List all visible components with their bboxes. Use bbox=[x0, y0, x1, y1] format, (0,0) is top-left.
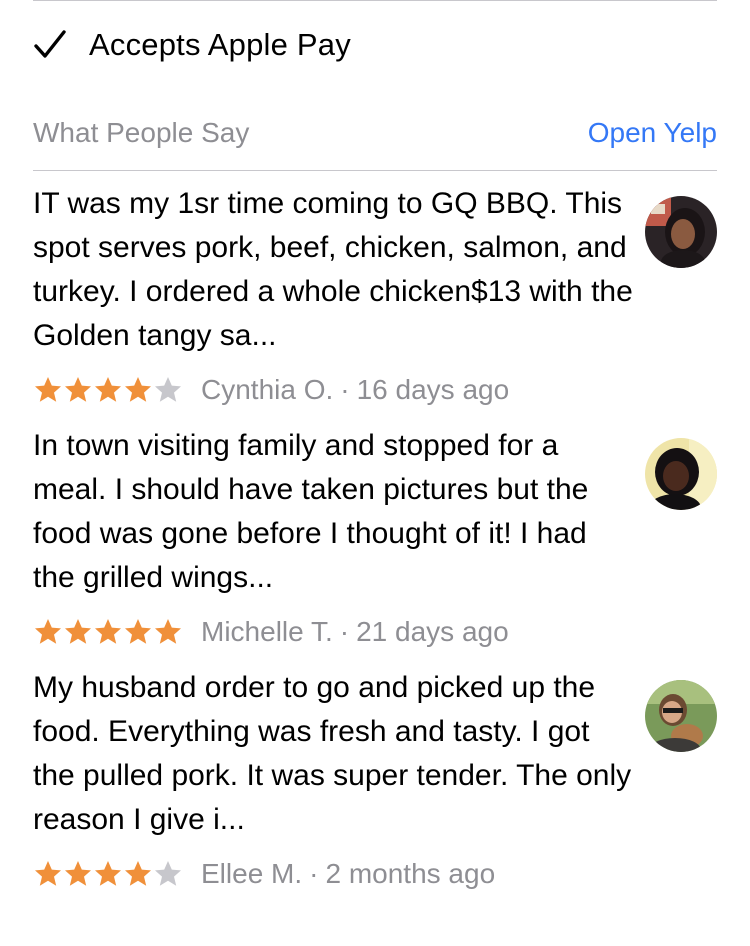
meta-separator: · bbox=[340, 374, 350, 405]
avatar[interactable] bbox=[645, 196, 717, 268]
star-empty-icon bbox=[155, 377, 181, 402]
open-yelp-link[interactable]: Open Yelp bbox=[588, 117, 717, 149]
star-filled-icon bbox=[35, 619, 61, 644]
meta-separator: · bbox=[309, 858, 319, 889]
star-filled-icon bbox=[155, 619, 181, 644]
top-divider bbox=[33, 0, 717, 1]
avatar[interactable] bbox=[645, 438, 717, 510]
meta-separator: · bbox=[339, 616, 350, 647]
star-filled-icon bbox=[125, 861, 151, 886]
star-filled-icon bbox=[65, 619, 91, 644]
star-filled-icon bbox=[35, 377, 61, 402]
review-text: In town visiting family and stopped for … bbox=[33, 429, 589, 594]
checkmark-icon bbox=[34, 30, 66, 58]
section-title: What People Say bbox=[33, 117, 250, 148]
star-rating bbox=[33, 617, 183, 647]
review-age: 16 days ago bbox=[356, 374, 510, 405]
review-meta: Cynthia O. · 16 days ago bbox=[33, 370, 509, 410]
review-author: Michelle T. bbox=[201, 616, 333, 647]
avatar-photo bbox=[645, 438, 717, 510]
star-rating bbox=[33, 859, 183, 889]
review-text: My husband order to go and picked up the… bbox=[33, 671, 632, 836]
review-author: Cynthia O. bbox=[201, 374, 334, 405]
review-item[interactable]: In town visiting family and stopped for … bbox=[33, 424, 717, 647]
star-filled-icon bbox=[35, 861, 61, 886]
review-text: IT was my 1sr time coming to GQ BBQ. Thi… bbox=[33, 187, 633, 352]
star-filled-icon bbox=[65, 377, 91, 402]
review-item[interactable]: IT was my 1sr time coming to GQ BBQ. Thi… bbox=[33, 182, 717, 405]
avatar-photo bbox=[645, 196, 717, 268]
star-filled-icon bbox=[95, 619, 121, 644]
amenity-row: Accepts Apple Pay bbox=[33, 22, 351, 68]
review-item[interactable]: My husband order to go and picked up the… bbox=[33, 666, 717, 889]
star-filled-icon bbox=[95, 377, 121, 402]
star-rating bbox=[33, 375, 183, 405]
star-empty-icon bbox=[155, 861, 181, 886]
avatar[interactable] bbox=[645, 680, 717, 752]
review-meta: Ellee M. · 2 months ago bbox=[33, 854, 495, 894]
star-filled-icon bbox=[125, 377, 151, 402]
star-filled-icon bbox=[125, 619, 151, 644]
review-meta: Michelle T. · 21 days ago bbox=[33, 612, 509, 652]
review-age: 2 months ago bbox=[325, 858, 496, 889]
review-age: 21 days ago bbox=[356, 616, 509, 647]
section-divider bbox=[33, 170, 717, 171]
star-filled-icon bbox=[95, 861, 121, 886]
section-header: What People Say Open Yelp bbox=[33, 110, 717, 156]
review-author: Ellee M. bbox=[201, 858, 303, 889]
star-filled-icon bbox=[65, 861, 91, 886]
avatar-photo bbox=[645, 680, 717, 752]
amenity-label: Accepts Apple Pay bbox=[89, 27, 351, 62]
